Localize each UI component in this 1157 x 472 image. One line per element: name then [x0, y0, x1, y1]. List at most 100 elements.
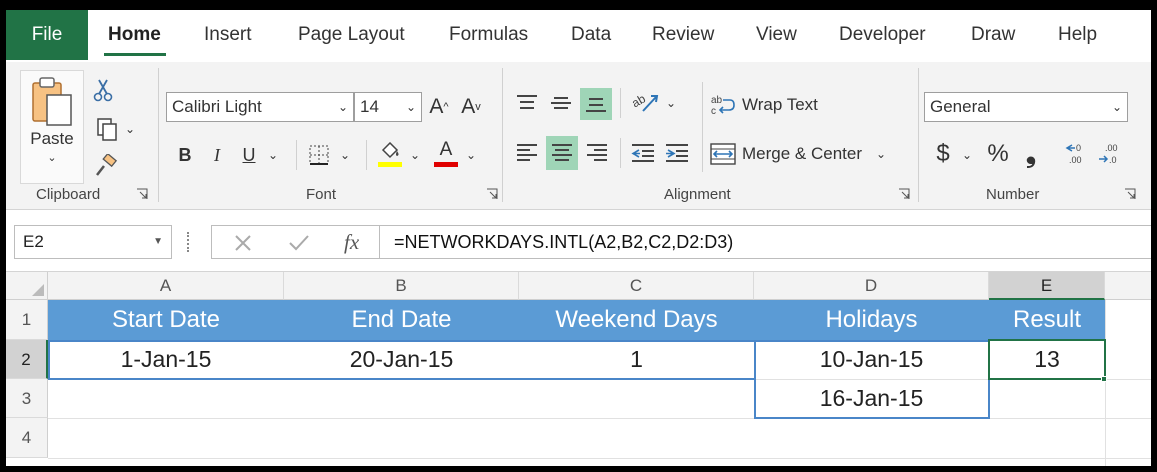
tab-review[interactable]: Review — [652, 24, 714, 46]
cell-e1[interactable]: Result — [989, 300, 1105, 340]
text-orientation-icon: ab — [631, 91, 659, 112]
chevron-down-icon: ⌄ — [876, 147, 887, 161]
increase-decimal-button[interactable]: 0.00 — [1064, 138, 1092, 170]
chevron-down-icon: ⌄ — [405, 100, 416, 114]
ribbon-tab-bar: File Home Insert Page Layout Formulas Da… — [6, 10, 1151, 62]
column-header-c[interactable]: C — [519, 272, 754, 300]
borders-button[interactable] — [304, 140, 334, 170]
number-group-label: Number — [986, 186, 1040, 203]
cut-button[interactable] — [90, 76, 116, 104]
bold-button[interactable]: B — [172, 140, 198, 170]
fill-handle[interactable] — [1101, 376, 1107, 382]
paste-button[interactable]: Paste ⌄ — [20, 70, 84, 184]
row-header-1[interactable]: 1 — [6, 300, 48, 340]
formula-bar: E2 ▼ fx =NETWORKDAYS.INTL(A2,B2,C2,D2:D3… — [6, 210, 1151, 272]
tab-help[interactable]: Help — [1058, 24, 1097, 46]
formula-input[interactable]: =NETWORKDAYS.INTL(A2,B2,C2,D2:D3) — [379, 225, 1151, 259]
svg-text:.00: .00 — [1069, 155, 1082, 165]
decrease-decimal-button[interactable]: .00.0 — [1096, 138, 1124, 170]
column-header-f[interactable] — [1105, 272, 1151, 300]
accounting-format-button[interactable]: $ — [930, 138, 956, 170]
decrease-decimal-icon: .00.0 — [1099, 143, 1118, 165]
row-header-4[interactable]: 4 — [6, 418, 48, 458]
fill-color-button[interactable] — [374, 138, 406, 170]
column-header-b[interactable]: B — [284, 272, 519, 300]
format-painter-button[interactable] — [90, 152, 120, 180]
increase-decimal-icon: 0.00 — [1065, 143, 1082, 165]
precedent-range-a2-c2 — [48, 340, 754, 380]
precedent-range-d2-d3 — [754, 340, 990, 419]
dialog-launcher-icon[interactable] — [486, 188, 498, 200]
copy-icon — [97, 118, 117, 141]
comma-style-button[interactable]: ❟ — [1020, 138, 1042, 170]
active-cell-selection — [988, 339, 1106, 380]
dialog-launcher-icon[interactable] — [1124, 188, 1136, 200]
tab-view[interactable]: View — [756, 24, 797, 46]
percent-style-button[interactable]: % — [984, 138, 1012, 170]
tab-formulas[interactable]: Formulas — [449, 24, 528, 46]
chevron-down-icon: ⌄ — [962, 148, 973, 162]
copy-button[interactable]: ⌄ — [90, 114, 140, 144]
svg-text:.00: .00 — [1105, 143, 1118, 153]
tab-insert[interactable]: Insert — [204, 24, 252, 46]
cell-c1[interactable]: Weekend Days — [519, 300, 754, 340]
cell-a1[interactable]: Start Date — [48, 300, 284, 340]
cell-b1[interactable]: End Date — [284, 300, 519, 340]
paintbrush-icon — [96, 154, 117, 176]
fill-color-swatch — [378, 161, 402, 167]
separator — [296, 140, 297, 170]
svg-text:.0: .0 — [1109, 155, 1117, 165]
cancel-icon[interactable] — [234, 234, 252, 252]
italic-button[interactable]: I — [204, 140, 230, 170]
merge-center-button[interactable]: Merge & Center ⌄ — [710, 138, 896, 170]
tab-draw[interactable]: Draw — [971, 24, 1015, 46]
row-header-2[interactable]: 2 — [6, 340, 48, 379]
separator — [702, 82, 703, 172]
clipboard-group-label: Clipboard — [36, 186, 101, 203]
increase-font-size-button[interactable]: A ^ — [426, 92, 452, 122]
number-format-dropdown[interactable]: General ⌄ — [924, 92, 1128, 122]
tab-home[interactable]: Home — [108, 24, 161, 46]
tab-page-layout[interactable]: Page Layout — [298, 24, 405, 46]
grow-font-icon: A — [429, 95, 444, 118]
separator — [620, 88, 621, 118]
formula-bar-grip[interactable] — [187, 232, 191, 252]
dialog-launcher-icon[interactable] — [898, 188, 910, 200]
tab-file[interactable]: File — [6, 10, 88, 60]
underline-button[interactable]: U — [236, 140, 262, 170]
font-name-dropdown[interactable]: Calibri Light ⌄ — [166, 92, 354, 122]
orientation-button[interactable]: ab — [628, 88, 662, 118]
wrap-text-button[interactable]: ab c Wrap Text — [710, 90, 830, 120]
row-header-3[interactable]: 3 — [6, 379, 48, 418]
column-header-e[interactable]: E — [989, 272, 1105, 300]
insert-function-button[interactable]: fx — [344, 230, 359, 255]
separator — [366, 140, 367, 170]
column-header-a[interactable]: A — [48, 272, 284, 300]
top-align-button[interactable] — [512, 88, 542, 118]
font-size-value: 14 — [360, 97, 379, 116]
decrease-indent-button[interactable] — [628, 138, 658, 168]
separator — [502, 68, 503, 202]
select-all-button[interactable] — [6, 272, 48, 300]
font-size-dropdown[interactable]: 14 ⌄ — [354, 92, 422, 122]
align-right-button[interactable] — [582, 138, 612, 168]
chevron-down-icon: ⌄ — [337, 100, 348, 114]
tab-data[interactable]: Data — [571, 24, 611, 46]
increase-indent-button[interactable] — [662, 138, 692, 168]
formula-buttons: fx — [211, 225, 379, 259]
name-box[interactable]: E2 ▼ — [14, 225, 172, 259]
align-center-icon — [552, 144, 572, 161]
cell-d1[interactable]: Holidays — [754, 300, 989, 340]
font-color-button[interactable]: A — [430, 138, 462, 170]
tab-developer[interactable]: Developer — [839, 24, 926, 46]
merge-center-icon — [710, 143, 736, 165]
separator — [918, 68, 919, 202]
align-left-button[interactable] — [512, 138, 542, 168]
align-center-button[interactable] — [546, 136, 578, 170]
bottom-align-button[interactable] — [580, 88, 612, 120]
enter-check-icon[interactable] — [288, 234, 310, 252]
decrease-font-size-button[interactable]: Av — [458, 92, 484, 122]
dialog-launcher-icon[interactable] — [136, 188, 148, 200]
column-header-d[interactable]: D — [754, 272, 989, 300]
middle-align-button[interactable] — [546, 88, 576, 118]
